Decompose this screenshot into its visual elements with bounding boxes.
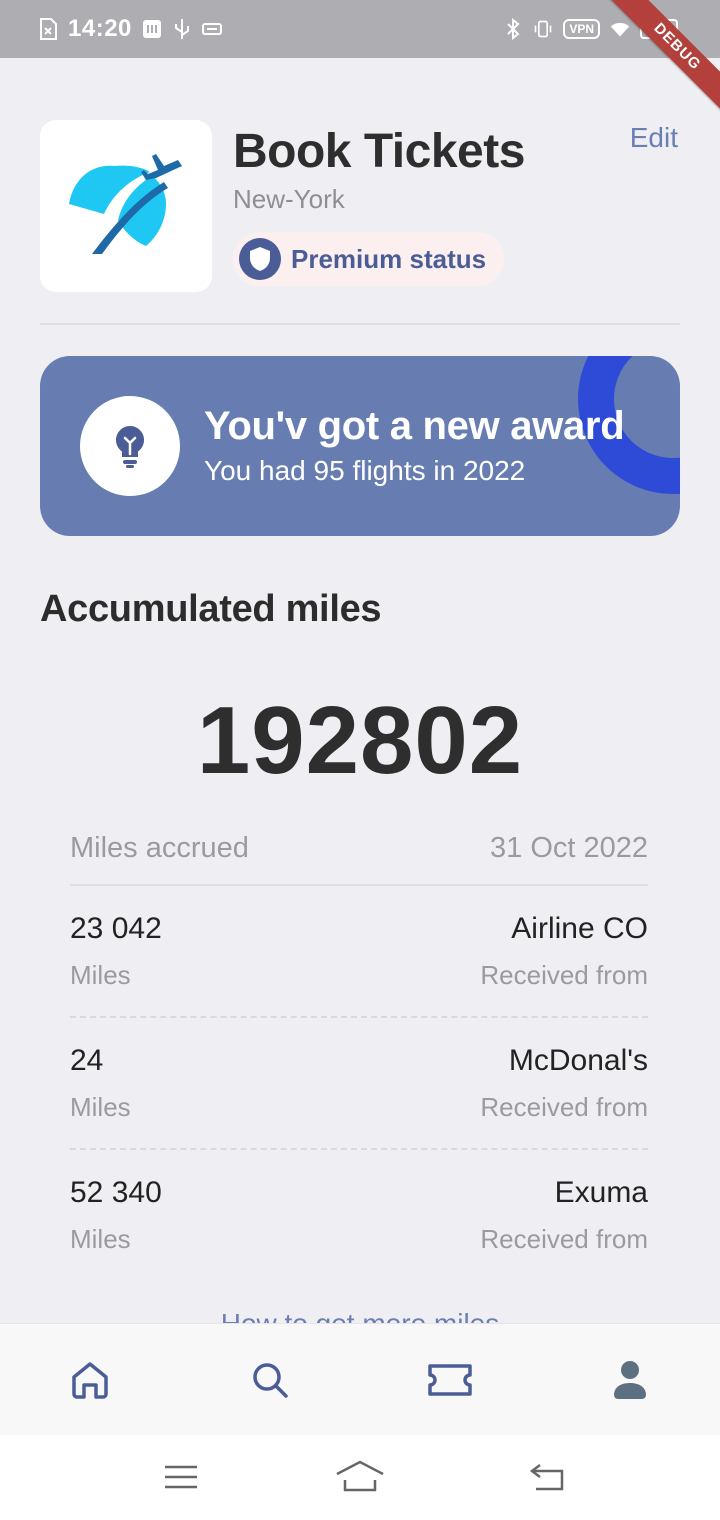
premium-status-label: Premium status <box>291 243 487 274</box>
ledger-row: 52 340 Miles Exuma Received from <box>70 1150 648 1282</box>
lightbulb-icon <box>80 396 180 496</box>
ledger-row: 23 042 Miles Airline CO Received from <box>70 886 648 1018</box>
search-icon <box>253 1363 288 1398</box>
system-menu-button[interactable] <box>156 1457 206 1497</box>
profile-icon <box>614 1361 646 1399</box>
nav-tickets-button[interactable] <box>422 1352 478 1408</box>
home-system-icon <box>336 1460 384 1492</box>
vpn-badge: VPN <box>563 19 600 39</box>
sim-card-icon <box>40 18 57 40</box>
ledger-header-date: 31 Oct 2022 <box>490 832 648 864</box>
row-amount: 24 <box>70 1044 104 1077</box>
app-logo <box>40 120 212 292</box>
row-unit: Miles <box>70 960 131 990</box>
app-city: New-York <box>233 184 345 214</box>
usb-icon <box>174 19 189 39</box>
divider <box>40 323 680 325</box>
system-back-button[interactable] <box>523 1457 573 1497</box>
system-nav-bar <box>0 1435 720 1520</box>
row-amount: 23 042 <box>70 912 162 945</box>
profile-header: Book Tickets New-York Premium status Edi… <box>40 120 680 295</box>
back-icon <box>529 1464 564 1491</box>
row-caption: Received from <box>480 1092 648 1122</box>
total-miles: 192802 <box>196 687 524 794</box>
nav-search-button[interactable] <box>242 1352 298 1408</box>
ledger-header: Miles accrued 31 Oct 2022 <box>70 832 648 886</box>
miles-ledger: Miles accrued 31 Oct 2022 23 042 Miles A… <box>70 832 648 1282</box>
wifi-icon <box>610 22 630 37</box>
row-unit: Miles <box>70 1092 131 1122</box>
system-home-button[interactable] <box>335 1457 385 1497</box>
edit-button[interactable]: Edit <box>630 122 678 154</box>
nav-home-button[interactable] <box>62 1352 118 1408</box>
app-name: Book Tickets <box>233 125 525 178</box>
premium-status-badge: Premium status <box>233 232 505 286</box>
row-source: Airline CO <box>511 912 648 945</box>
bluetooth-icon <box>507 18 520 40</box>
row-amount: 52 340 <box>70 1176 162 1209</box>
keyboard-icon <box>201 23 222 35</box>
section-title: Accumulated miles <box>40 588 382 630</box>
ticket-icon <box>428 1364 472 1396</box>
status-left: 14:20 <box>38 14 222 44</box>
row-unit: Miles <box>70 1224 131 1254</box>
status-bar: 14:20 VPN 100 <box>0 0 720 58</box>
award-subtitle: You had 95 flights in 2022 <box>204 455 526 486</box>
award-card[interactable]: You'v got a new award You had 95 flights… <box>40 356 680 536</box>
row-source: Exuma <box>554 1176 648 1209</box>
bottom-nav <box>0 1323 720 1435</box>
nav-profile-button[interactable] <box>602 1352 658 1408</box>
status-time: 14:20 <box>68 15 132 42</box>
menu-icon <box>165 1465 197 1489</box>
row-caption: Received from <box>480 960 648 990</box>
award-title: You'v got a new award <box>204 404 625 448</box>
home-icon <box>72 1362 108 1399</box>
ledger-header-label: Miles accrued <box>70 832 249 864</box>
vibrate-icon <box>534 20 552 38</box>
storage-icon <box>142 20 161 38</box>
row-caption: Received from <box>480 1224 648 1254</box>
plane-logo-icon <box>69 154 182 254</box>
shield-icon <box>239 238 281 280</box>
ledger-row: 24 Miles McDonal's Received from <box>70 1018 648 1150</box>
row-source: McDonal's <box>508 1044 648 1077</box>
